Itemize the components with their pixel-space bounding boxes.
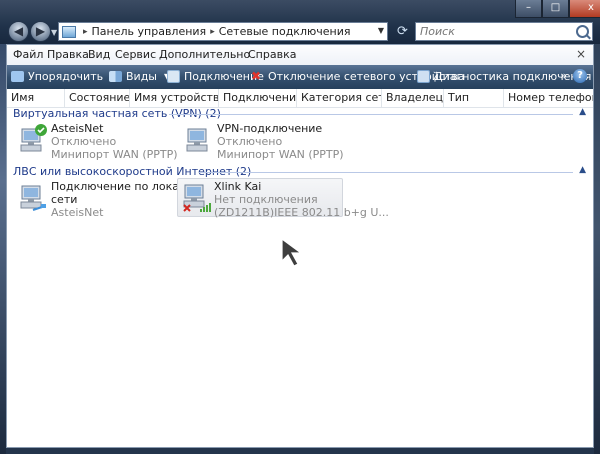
menu-bar: Файл Правка Вид Сервис Дополнительно Спр… — [7, 45, 593, 66]
connection-item-xlink-kai[interactable]: Xlink Kai Нет подключения (ZD1211B)IEEE … — [177, 178, 389, 219]
chevron-down-icon[interactable]: ▼ — [378, 26, 384, 35]
address-bar[interactable]: ▸ Панель управления ▸ Сетевые подключени… — [58, 22, 388, 41]
help-icon[interactable]: ? — [573, 69, 587, 83]
search-box[interactable] — [415, 22, 593, 41]
item-status: Нет подключения — [214, 193, 318, 206]
lan-icon — [20, 185, 46, 211]
window-controls: – □ x — [515, 0, 600, 18]
collapse-group-icon[interactable]: ▲ — [579, 165, 586, 175]
more-commands-button[interactable]: » — [560, 69, 567, 82]
search-icon[interactable] — [576, 25, 589, 38]
views-icon — [109, 71, 122, 82]
search-input[interactable] — [416, 23, 570, 39]
item-status: Отключено — [217, 135, 283, 148]
vpn-icon — [186, 128, 208, 152]
mouse-cursor-icon — [281, 237, 303, 267]
breadcrumb-separator[interactable]: ▸ — [83, 27, 88, 37]
back-arrow-icon[interactable]: ◀ — [8, 21, 29, 42]
connect-icon — [167, 70, 180, 83]
menu-file[interactable]: Файл — [13, 48, 43, 61]
connection-item-lan[interactable]: Подключение по локальной сети AsteisNet — [15, 179, 214, 219]
refresh-icon[interactable]: ⟳ — [393, 22, 412, 41]
item-text: VPN-подключение Отключено Минипорт WAN (… — [217, 122, 344, 161]
organize-button[interactable]: Упорядочить ▼ — [11, 70, 116, 83]
views-label: Виды — [126, 70, 157, 83]
column-type[interactable]: Тип — [444, 89, 504, 107]
control-panel-icon — [62, 25, 76, 38]
column-status[interactable]: Состояние — [65, 89, 130, 107]
minimize-button[interactable]: – — [515, 0, 542, 18]
connection-item-asteisnet[interactable]: AsteisNet Отключено Минипорт WAN (PPTP) — [15, 121, 180, 161]
command-bar: Упорядочить ▼ Виды ▼ Подключение ✖ Отклю… — [7, 65, 593, 90]
views-button[interactable]: Виды ▼ — [109, 70, 170, 83]
menu-view[interactable]: Вид — [88, 48, 110, 61]
desktop-background-right — [594, 0, 600, 454]
item-text: Xlink Kai Нет подключения (ZD1211B)IEEE … — [214, 180, 389, 219]
breadcrumb-separator[interactable]: ▸ — [210, 27, 215, 37]
diagnose-label: Диагностика подключения — [434, 70, 592, 83]
disable-icon: ✖ — [251, 69, 262, 83]
connection-item-vpn[interactable]: VPN-подключение Отключено Минипорт WAN (… — [181, 121, 346, 161]
wireless-disconnected-icon — [183, 184, 211, 212]
column-phone-number[interactable]: Номер телефона... — [504, 89, 593, 107]
column-connection[interactable]: Подключение — [219, 89, 297, 107]
connect-button[interactable]: Подключение — [167, 70, 264, 83]
forward-arrow-icon[interactable]: ▶ — [30, 21, 51, 42]
column-device-name[interactable]: Имя устройства — [130, 89, 219, 107]
group-divider — [169, 114, 573, 115]
column-network-category[interactable]: Категория сети — [297, 89, 382, 107]
title-bar: – □ x ◀ ▶ ▼ ▸ Панель управления ▸ Сетевы… — [0, 0, 600, 44]
organize-label: Упорядочить — [28, 70, 104, 83]
menu-tools[interactable]: Сервис — [115, 48, 156, 61]
diagnose-icon — [417, 70, 430, 83]
menu-edit[interactable]: Правка — [47, 48, 89, 61]
close-button[interactable]: x — [569, 0, 600, 18]
maximize-button[interactable]: □ — [542, 0, 569, 18]
group-divider — [199, 172, 573, 173]
menu-help[interactable]: Справка — [248, 48, 296, 61]
menu-advanced[interactable]: Дополнительно — [159, 48, 250, 61]
column-header: Имя Состояние Имя устройства Подключение… — [7, 89, 593, 108]
item-name: Xlink Kai — [214, 180, 262, 193]
item-device: (ZD1211B)IEEE 802.11 b+g U... — [214, 206, 389, 219]
item-device: Минипорт WAN (PPTP) — [217, 148, 344, 161]
breadcrumb-network-connections[interactable]: Сетевые подключения — [219, 25, 351, 38]
item-name: VPN-подключение — [217, 122, 323, 135]
item-status: Отключено — [51, 135, 117, 148]
close-icon[interactable]: × — [576, 47, 586, 61]
vpn-connected-icon — [20, 124, 47, 152]
breadcrumb-control-panel[interactable]: Панель управления — [92, 25, 207, 38]
organize-icon — [11, 71, 24, 82]
collapse-group-icon[interactable]: ▲ — [579, 107, 586, 117]
recent-pages-dropdown[interactable]: ▼ — [51, 28, 57, 37]
column-owner[interactable]: Владелец — [382, 89, 444, 107]
item-name: AsteisNet — [51, 122, 104, 135]
column-name[interactable]: Имя — [7, 89, 65, 107]
item-device: Минипорт WAN (PPTP) — [51, 148, 178, 161]
item-text: AsteisNet Отключено Минипорт WAN (PPTP) — [51, 122, 178, 161]
